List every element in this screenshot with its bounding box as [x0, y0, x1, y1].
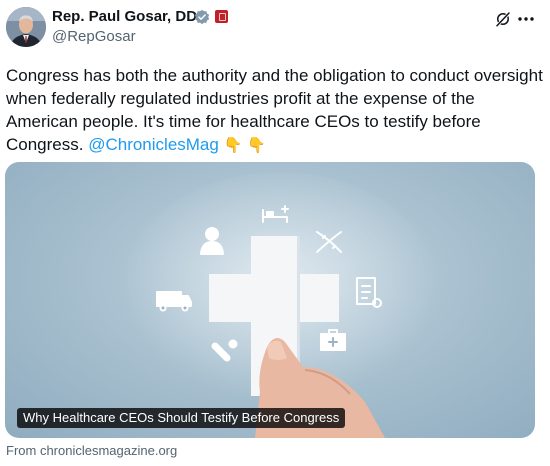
more-options-icon[interactable] [516, 10, 536, 28]
government-label-icon [215, 10, 228, 23]
card-title: Why Healthcare CEOs Should Testify Befor… [17, 408, 346, 428]
pointing-down-emoji: 👇 👇 [223, 136, 266, 154]
grok-icon[interactable] [494, 10, 512, 28]
author-avatar[interactable] [6, 7, 46, 47]
first-aid-kit-icon [320, 329, 346, 351]
card-source[interactable]: From chroniclesmagazine.org [6, 443, 177, 458]
link-card[interactable]: Why Healthcare CEOs Should Testify Befor… [5, 162, 535, 438]
author-handle[interactable]: @RepGosar [52, 28, 136, 45]
tweet-text: Congress has both the authority and the … [6, 64, 544, 157]
mention-link[interactable]: @ChroniclesMag [88, 135, 219, 154]
card-image [120, 172, 440, 438]
tweet-body: Congress has both the authority and the … [6, 66, 543, 154]
author-name[interactable]: Rep. Paul Gosar, DDS [52, 8, 207, 25]
avatar-portrait-icon [6, 7, 46, 47]
verified-badge-icon [194, 9, 210, 25]
